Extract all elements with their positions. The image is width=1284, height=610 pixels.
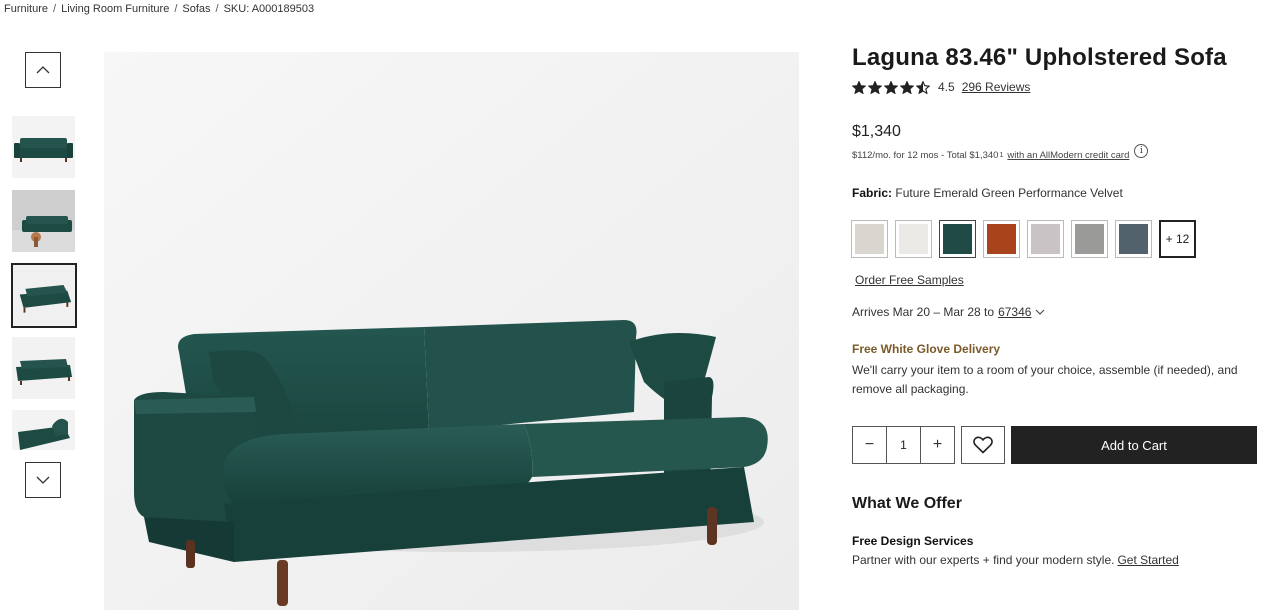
fabric-swatches: + 12 (851, 220, 1196, 258)
offer-section-title: What We Offer (852, 495, 962, 512)
product-price: $1,340 (852, 123, 901, 140)
product-rating: 4.5 296 Reviews (852, 80, 1030, 94)
breadcrumb-sku: SKU: A000189503 (223, 3, 315, 15)
fabric-value: Future Emerald Green Performance Velvet (895, 186, 1123, 200)
breadcrumb-separator: / (215, 3, 219, 15)
fabric-swatch-4[interactable] (983, 220, 1020, 258)
heart-icon (973, 436, 993, 454)
chevron-up-icon (36, 66, 50, 74)
main-product-image[interactable] (104, 52, 799, 610)
fabric-selection: Fabric: Future Emerald Green Performance… (852, 186, 1123, 200)
fabric-label: Fabric: (852, 186, 893, 200)
thumbnail-room[interactable] (12, 190, 75, 252)
quantity-stepper: − 1 + (852, 426, 955, 464)
chevron-down-icon[interactable] (1035, 309, 1045, 315)
more-swatches-button[interactable]: + 12 (1159, 220, 1196, 258)
swatch-color (943, 224, 972, 254)
financing-text: $112/mo. for 12 mos - Total $1,340 (852, 149, 999, 161)
add-to-cart-button[interactable]: Add to Cart (1011, 426, 1257, 464)
swatch-color (1119, 224, 1148, 254)
swatch-color (987, 224, 1016, 254)
delivery-title: Free White Glove Delivery (852, 342, 1001, 356)
fabric-swatch-1[interactable] (851, 220, 888, 258)
star-icon (884, 80, 898, 94)
credit-card-link[interactable]: with an AllModern credit card (1007, 150, 1129, 161)
quantity-value[interactable]: 1 (886, 427, 921, 463)
breadcrumb-separator: / (174, 3, 178, 15)
arrives-text: Arrives Mar 20 – Mar 28 to (852, 305, 995, 319)
swatch-color (899, 224, 928, 254)
info-icon[interactable]: i (1134, 144, 1149, 158)
thumbnail-detail[interactable] (12, 410, 75, 450)
reviews-link[interactable]: 296 Reviews (962, 80, 1031, 94)
star-icon (900, 80, 914, 94)
product-title: Laguna 83.46" Upholstered Sofa (852, 44, 1227, 71)
financing-info: $112/mo. for 12 mos - Total $1,340 1 with… (852, 144, 1149, 162)
breadcrumb-living-room-furniture[interactable]: Living Room Furniture (61, 3, 169, 15)
breadcrumb-separator: / (53, 3, 57, 15)
design-services-description: Partner with our experts + find your mod… (852, 553, 1115, 567)
quantity-decrease-button[interactable]: − (853, 427, 886, 463)
thumbnail-front[interactable] (12, 116, 75, 178)
fabric-swatch-7[interactable] (1115, 220, 1152, 258)
fabric-swatch-3[interactable] (939, 220, 976, 258)
star-icon (868, 80, 882, 94)
breadcrumb-furniture[interactable]: Furniture (4, 3, 48, 15)
thumbnail-side[interactable] (12, 337, 75, 399)
breadcrumb: Furniture / Living Room Furniture / Sofas / SK… (4, 3, 314, 15)
fabric-swatch-6[interactable] (1071, 220, 1108, 258)
swatch-color (855, 224, 884, 254)
order-samples-link[interactable]: Order Free Samples (855, 273, 964, 287)
rating-stars (852, 80, 930, 94)
get-started-link[interactable]: Get Started (1117, 553, 1178, 567)
star-icon (916, 80, 930, 94)
zip-code-link[interactable]: 67346 (998, 305, 1031, 319)
gallery-up-button[interactable] (25, 52, 61, 88)
chevron-down-icon (36, 476, 50, 484)
star-icon (852, 80, 866, 94)
gallery-down-button[interactable] (25, 462, 61, 498)
rating-value: 4.5 (938, 80, 955, 94)
wishlist-button[interactable] (961, 426, 1005, 464)
design-services-title: Free Design Services (852, 534, 974, 548)
fabric-swatch-5[interactable] (1027, 220, 1064, 258)
swatch-color (1075, 224, 1104, 254)
fabric-swatch-2[interactable] (895, 220, 932, 258)
thumbnail-angle[interactable] (11, 263, 77, 328)
design-services-text: Partner with our experts + find your mod… (852, 553, 1179, 567)
quantity-increase-button[interactable]: + (921, 427, 954, 463)
delivery-description: We'll carry your item to a room of your … (852, 363, 1238, 396)
swatch-color (1031, 224, 1060, 254)
delivery-estimate: Arrives Mar 20 – Mar 28 to 67346 (852, 305, 1045, 319)
financing-footnote: 1 (999, 151, 1004, 159)
breadcrumb-sofas[interactable]: Sofas (182, 3, 210, 15)
